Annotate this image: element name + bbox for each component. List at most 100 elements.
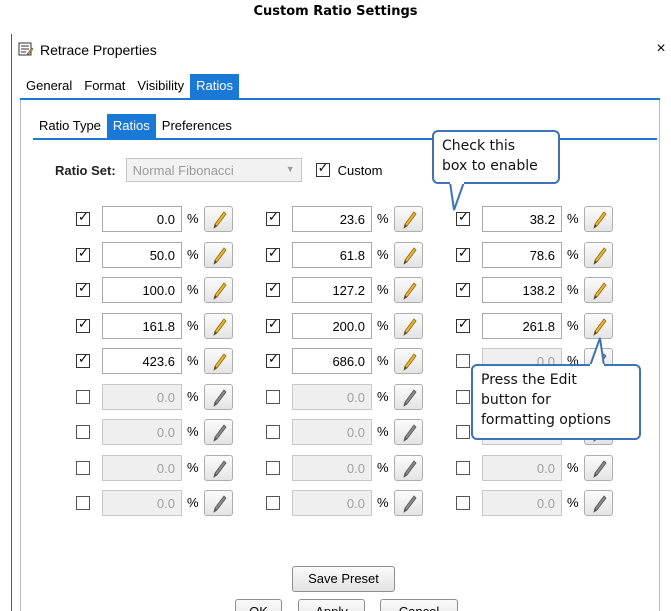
edit-button[interactable] <box>394 206 423 232</box>
ratio-value-input[interactable]: 23.6 <box>292 206 372 232</box>
ratio-value-input[interactable]: 138.2 <box>482 277 562 303</box>
ratio-value-input[interactable]: 261.8 <box>482 313 562 339</box>
tab-visibility[interactable]: Visibility <box>131 74 190 98</box>
pencil-icon <box>593 318 607 336</box>
ratio-value-input[interactable]: 0.0 <box>482 490 562 516</box>
ratio-enable-checkbox[interactable] <box>456 210 470 226</box>
edit-button[interactable] <box>394 313 423 339</box>
ratio-value-input[interactable]: 0.0 <box>102 384 182 410</box>
ratio-enable-checkbox[interactable] <box>76 246 90 262</box>
save-preset-button[interactable]: Save Preset <box>292 566 395 592</box>
ratio-enable-checkbox[interactable] <box>456 246 470 262</box>
edit-button[interactable] <box>394 419 423 445</box>
tab-ratios[interactable]: Ratios <box>190 74 239 98</box>
edit-button[interactable] <box>394 384 423 410</box>
ratio-enable-checkbox[interactable] <box>266 390 280 404</box>
edit-button[interactable] <box>204 455 233 481</box>
ratio-cell: 423.6% <box>76 346 246 374</box>
ratio-value-input[interactable]: 0.0 <box>102 455 182 481</box>
ratio-set-label: Ratio Set: <box>55 162 116 178</box>
edit-button[interactable] <box>204 384 233 410</box>
ratio-set-row: Ratio Set: Normal Fibonacci ▼ Custom <box>55 158 382 182</box>
ratio-enable-checkbox[interactable] <box>456 390 470 404</box>
ratio-value-input[interactable]: 38.2 <box>482 206 562 232</box>
ratio-enable-checkbox[interactable] <box>76 281 90 297</box>
pencil-icon <box>213 211 227 229</box>
ratio-value-input[interactable]: 686.0 <box>292 348 372 374</box>
ratio-value-input[interactable]: 127.2 <box>292 277 372 303</box>
percent-label: % <box>187 282 199 297</box>
ratio-value-input[interactable]: 0.0 <box>292 455 372 481</box>
ratio-enable-checkbox[interactable] <box>456 461 470 475</box>
edit-button[interactable] <box>204 277 233 303</box>
edit-button[interactable] <box>394 242 423 268</box>
ratio-enable-checkbox[interactable] <box>266 246 280 262</box>
ratio-enable-checkbox[interactable] <box>76 496 90 510</box>
edit-button[interactable] <box>204 313 233 339</box>
ratio-value-input[interactable]: 0.0 <box>102 490 182 516</box>
ratio-cell: 0.0% <box>76 417 246 445</box>
tab-format[interactable]: Format <box>78 74 131 98</box>
ratios-panel: Ratio Type Ratios Preferences Ratio Set:… <box>20 100 660 611</box>
edit-button[interactable] <box>584 277 613 303</box>
ratio-value-input[interactable]: 100.0 <box>102 277 182 303</box>
edit-button[interactable] <box>394 490 423 516</box>
ratio-enable-checkbox[interactable] <box>266 281 280 297</box>
ratio-value-input[interactable]: 0.0 <box>292 384 372 410</box>
ratio-value-input[interactable]: 0.0 <box>482 455 562 481</box>
ratio-enable-checkbox[interactable] <box>266 352 280 368</box>
tab-general[interactable]: General <box>20 74 78 98</box>
edit-button[interactable] <box>584 490 613 516</box>
edit-button[interactable] <box>204 490 233 516</box>
ratio-value-input[interactable]: 0.0 <box>292 490 372 516</box>
subtab-ratio-type[interactable]: Ratio Type <box>33 114 107 138</box>
ratio-enable-checkbox[interactable] <box>266 425 280 439</box>
edit-button[interactable] <box>204 419 233 445</box>
cancel-button[interactable]: Cancel <box>380 599 458 611</box>
ratio-enable-checkbox[interactable] <box>76 317 90 333</box>
ok-button[interactable]: OK <box>235 599 282 611</box>
ratio-enable-checkbox[interactable] <box>456 496 470 510</box>
ratio-enable-checkbox[interactable] <box>456 425 470 439</box>
ratio-enable-checkbox[interactable] <box>456 317 470 333</box>
ratio-value-input[interactable]: 61.8 <box>292 242 372 268</box>
ratio-value-input[interactable]: 50.0 <box>102 242 182 268</box>
custom-checkbox[interactable] <box>315 161 330 177</box>
edit-button[interactable] <box>204 242 233 268</box>
ratio-enable-checkbox[interactable] <box>76 461 90 475</box>
ratio-enable-checkbox[interactable] <box>76 425 90 439</box>
edit-button[interactable] <box>584 455 613 481</box>
ratio-enable-checkbox[interactable] <box>266 496 280 510</box>
ratio-set-dropdown[interactable]: Normal Fibonacci ▼ <box>125 158 302 182</box>
properties-icon <box>18 42 34 56</box>
subtab-ratios[interactable]: Ratios <box>106 114 156 138</box>
percent-label: % <box>187 424 199 439</box>
edit-button[interactable] <box>584 242 613 268</box>
edit-button[interactable] <box>394 277 423 303</box>
ratio-value-input[interactable]: 78.6 <box>482 242 562 268</box>
edit-button[interactable] <box>204 348 233 374</box>
edit-button[interactable] <box>584 206 613 232</box>
edit-button[interactable] <box>394 348 423 374</box>
ratio-enable-checkbox[interactable] <box>456 281 470 297</box>
ratio-value-input[interactable]: 200.0 <box>292 313 372 339</box>
apply-button[interactable]: Apply <box>298 599 365 611</box>
ratio-value-input[interactable]: 161.8 <box>102 313 182 339</box>
ratio-value-input[interactable]: 0.0 <box>102 206 182 232</box>
ratio-value-input[interactable]: 0.0 <box>102 419 182 445</box>
ratio-enable-checkbox[interactable] <box>76 390 90 404</box>
chevron-down-icon: ▼ <box>285 164 295 174</box>
subtab-preferences[interactable]: Preferences <box>156 114 238 138</box>
ratio-enable-checkbox[interactable] <box>266 317 280 333</box>
ratio-enable-checkbox[interactable] <box>266 210 280 226</box>
ratio-value-input[interactable]: 423.6 <box>102 348 182 374</box>
ratio-cell: 0.0% <box>76 488 246 516</box>
ratio-value-input[interactable]: 0.0 <box>292 419 372 445</box>
edit-button[interactable] <box>204 206 233 232</box>
ratio-enable-checkbox[interactable] <box>456 354 470 368</box>
ratio-enable-checkbox[interactable] <box>266 461 280 475</box>
ratio-enable-checkbox[interactable] <box>76 210 90 226</box>
ratio-enable-checkbox[interactable] <box>76 352 90 368</box>
edit-button[interactable] <box>394 455 423 481</box>
close-icon[interactable]: × <box>652 40 670 58</box>
